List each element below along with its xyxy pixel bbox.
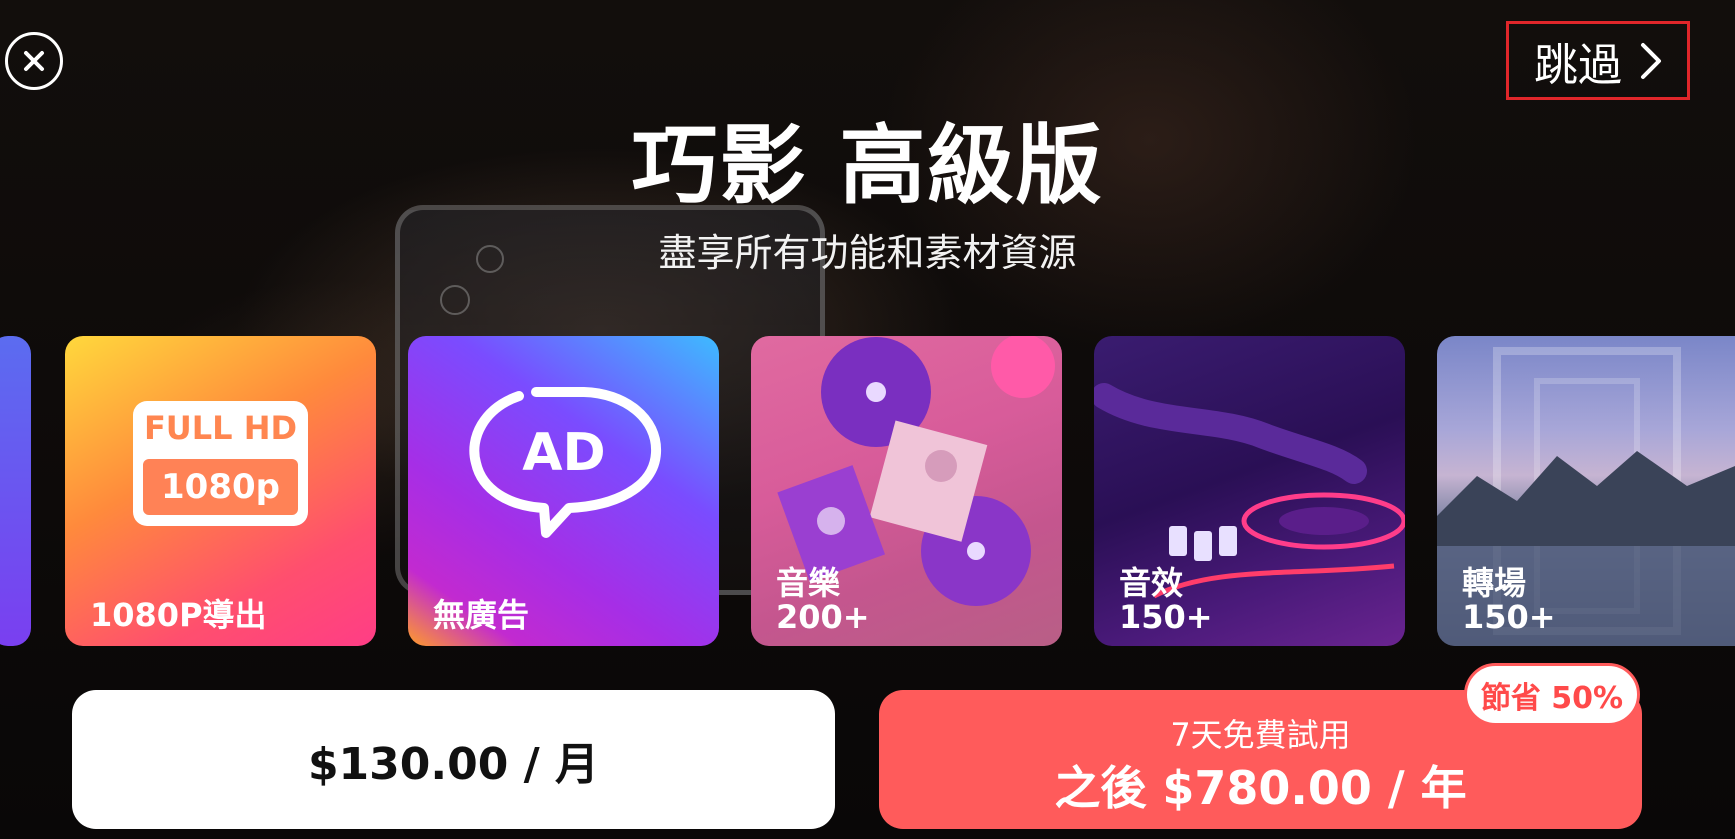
monthly-price-label: $130.00 / 月 <box>307 738 600 790</box>
feature-card-music[interactable]: 音樂 200+ <box>751 336 1062 646</box>
feature-count-music: 200+ <box>776 598 870 636</box>
feature-label-no-ads: 無廣告 <box>433 596 530 634</box>
feature-card-partial[interactable] <box>0 336 31 646</box>
ad-text: AD <box>522 423 605 483</box>
feature-count-sound-effects: 150+ <box>1119 598 1213 636</box>
full-hd-1080p-icon: FULL HD 1080p <box>133 401 308 526</box>
skip-label: 跳過 <box>1534 39 1622 91</box>
feature-label-music: 音樂 <box>776 564 841 602</box>
close-button[interactable] <box>5 32 63 90</box>
phone-record-icon <box>440 285 470 315</box>
feature-card-sound-effects[interactable]: 音效 150+ <box>1094 336 1405 646</box>
feature-card-1080p[interactable]: FULL HD 1080p 1080P導出 <box>65 336 376 646</box>
close-icon <box>24 51 44 71</box>
savings-badge: 節省 50% <box>1464 663 1640 726</box>
feature-label-sound-effects: 音效 <box>1119 564 1184 602</box>
no-ads-icon: AD <box>469 387 662 538</box>
skip-button[interactable]: 跳過 <box>1506 21 1690 100</box>
feature-card-no-ads[interactable]: AD 無廣告 <box>408 336 719 646</box>
full-hd-text: FULL HD <box>143 409 298 447</box>
page-title: 巧影 高級版 <box>631 116 1104 216</box>
monthly-plan-button[interactable]: $130.00 / 月 <box>72 690 835 829</box>
feature-label-transitions: 轉場 <box>1462 564 1527 602</box>
feature-label-1080p: 1080P導出 <box>90 596 267 634</box>
1080p-text: 1080p <box>143 459 298 515</box>
yearly-price-label: 之後 $780.00 / 年 <box>1054 761 1467 815</box>
feature-card-transitions[interactable]: 轉場 150+ <box>1437 336 1735 646</box>
page-subtitle: 盡享所有功能和素材資源 <box>658 231 1077 275</box>
chevron-right-icon <box>1641 42 1661 79</box>
feature-count-transitions: 150+ <box>1462 598 1556 636</box>
